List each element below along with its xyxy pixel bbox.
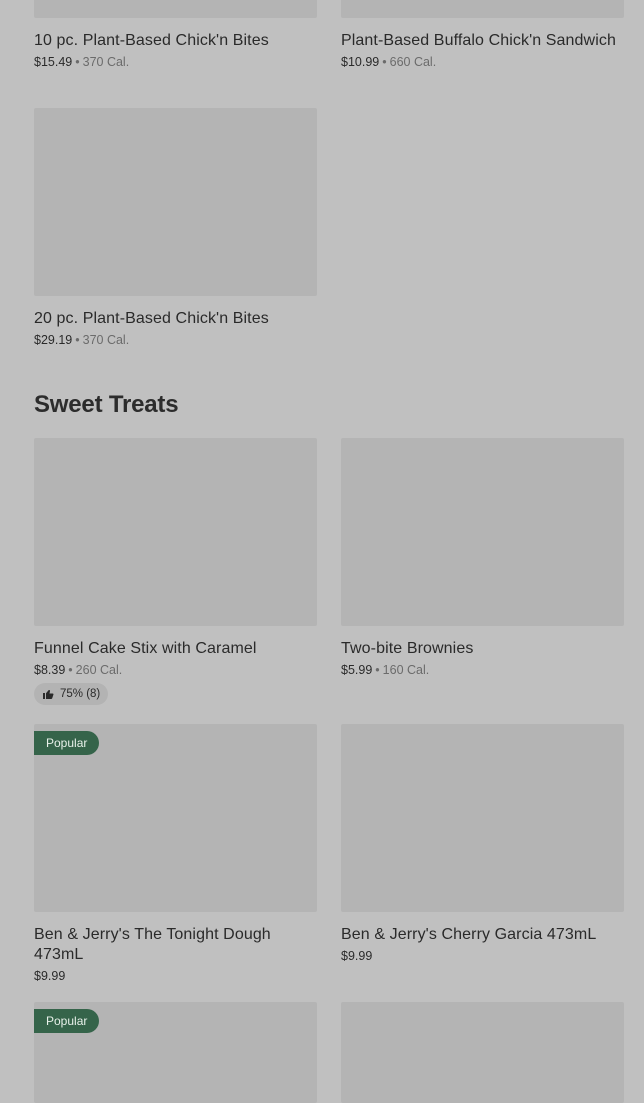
- rating-value: 75% (8): [60, 688, 101, 700]
- item-image: [341, 438, 624, 626]
- item-meta: $5.99 • 160 Cal.: [341, 662, 624, 678]
- item-price: $5.99: [341, 663, 373, 677]
- item-price: $29.19: [34, 333, 73, 347]
- thumbs-up-icon: [42, 688, 54, 700]
- item-image: Popular: [34, 1002, 317, 1103]
- item-image: [341, 724, 624, 912]
- item-calories: 660 Cal.: [389, 55, 437, 69]
- popular-badge: Popular: [34, 731, 100, 755]
- item-name: Two-bite Brownies: [341, 640, 474, 657]
- item-meta: $29.19 • 370 Cal.: [34, 332, 317, 348]
- item-image: Popular: [34, 724, 317, 912]
- item-price: $15.49: [34, 55, 73, 69]
- item-image: [341, 1002, 624, 1103]
- item-name: Funnel Cake Stix with Caramel: [34, 640, 257, 657]
- item-price: $8.39: [34, 663, 66, 677]
- menu-item-card-bites20[interactable]: 20 pc. Plant-Based Chick'n Bites $29.19 •…: [34, 108, 317, 348]
- item-image: [34, 108, 317, 296]
- item-meta: $9.99: [34, 968, 317, 984]
- menu-item-card-cherry-garcia[interactable]: Ben & Jerry's Cherry Garcia 473mL $9.99: [341, 724, 624, 964]
- separator: •: [68, 663, 73, 677]
- item-name: Plant-Based Buffalo Chick'n Sandwich: [341, 32, 616, 49]
- item-name: 10 pc. Plant-Based Chick'n Bites: [34, 32, 269, 49]
- section-title-sweet-treats: Sweet Treats: [34, 391, 179, 418]
- item-meta: $8.39 • 260 Cal.: [34, 662, 317, 678]
- menu-item-card-brownies[interactable]: Two-bite Brownies $5.99 • 160 Cal.: [341, 438, 624, 678]
- popular-badge: Popular: [34, 1009, 100, 1033]
- item-calories: 370 Cal.: [82, 55, 130, 69]
- menu-item-card-next-left[interactable]: Popular: [34, 1002, 317, 1103]
- item-name: Ben & Jerry's Cherry Garcia 473mL: [341, 926, 597, 943]
- item-calories: 260 Cal.: [75, 663, 123, 677]
- separator: •: [382, 55, 387, 69]
- item-calories: 160 Cal.: [382, 663, 430, 677]
- item-price: $9.99: [341, 949, 373, 963]
- item-meta: $9.99: [341, 948, 624, 964]
- item-image: [34, 438, 317, 626]
- item-image: [341, 0, 624, 18]
- item-price: $10.99: [341, 55, 380, 69]
- menu-item-card-funnel-cake[interactable]: Funnel Cake Stix with Caramel $8.39 • 260 …: [34, 438, 317, 705]
- separator: •: [75, 55, 80, 69]
- separator: •: [375, 663, 380, 677]
- menu-item-card-next-right[interactable]: [341, 1002, 624, 1103]
- item-calories: 370 Cal.: [82, 333, 130, 347]
- menu-item-card-bites10[interactable]: 10 pc. Plant-Based Chick'n Bites $15.49 •…: [34, 0, 317, 70]
- item-meta: $10.99 • 660 Cal.: [341, 54, 624, 70]
- item-name: Ben & Jerry's The Tonight Dough 473mL: [34, 926, 271, 963]
- separator: •: [75, 333, 80, 347]
- item-price: $9.99: [34, 969, 66, 983]
- item-meta: $15.49 • 370 Cal.: [34, 54, 317, 70]
- item-image: [34, 0, 317, 18]
- menu-item-card-tonight-dough[interactable]: Popular Ben & Jerry's The Tonight Dough …: [34, 724, 317, 984]
- rating-badge: 75% (8): [34, 683, 109, 705]
- menu-item-card-buffalo[interactable]: Plant-Based Buffalo Chick'n Sandwich $10…: [341, 0, 624, 70]
- item-name: 20 pc. Plant-Based Chick'n Bites: [34, 310, 269, 327]
